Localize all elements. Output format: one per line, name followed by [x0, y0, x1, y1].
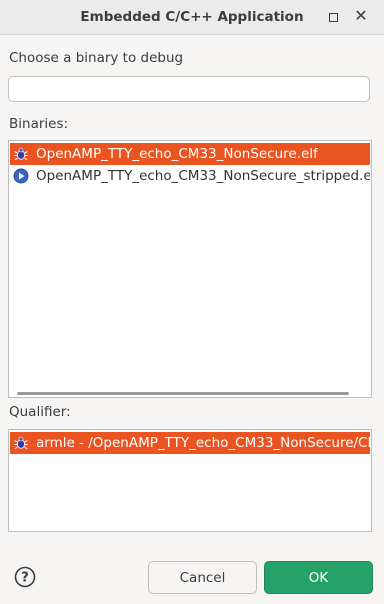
- filter-label: Choose a binary to debug: [9, 50, 184, 66]
- maximize-icon: [329, 13, 338, 22]
- cancel-button[interactable]: Cancel: [148, 561, 257, 594]
- qualifier-label: Qualifier:: [9, 404, 71, 420]
- svg-text:?: ?: [21, 571, 29, 586]
- play-icon: [13, 168, 29, 184]
- close-button[interactable]: ✕: [352, 6, 370, 26]
- close-icon: ✕: [354, 6, 368, 25]
- binary-item[interactable]: OpenAMP_TTY_echo_CM33_NonSecure_stripped…: [10, 165, 370, 187]
- qualifier-item-label: armle - /OpenAMP_TTY_echo_CM33_NonSecure…: [36, 435, 370, 451]
- help-icon: ?: [14, 566, 36, 588]
- ok-button[interactable]: OK: [264, 561, 373, 594]
- binary-item-label: OpenAMP_TTY_echo_CM33_NonSecure_stripped…: [36, 168, 370, 184]
- binary-item-label: OpenAMP_TTY_echo_CM33_NonSecure.elf: [36, 146, 318, 162]
- horizontal-scrollbar[interactable]: [17, 392, 349, 395]
- title-bar: Embedded C/C++ Application ✕: [0, 0, 384, 35]
- binaries-list[interactable]: OpenAMP_TTY_echo_CM33_NonSecure.elf Open…: [8, 140, 372, 398]
- binary-item[interactable]: OpenAMP_TTY_echo_CM33_NonSecure.elf: [10, 143, 370, 165]
- qualifier-item[interactable]: armle - /OpenAMP_TTY_echo_CM33_NonSecure…: [10, 432, 370, 454]
- qualifier-list[interactable]: armle - /OpenAMP_TTY_echo_CM33_NonSecure…: [8, 429, 372, 532]
- binaries-label: Binaries:: [9, 116, 69, 132]
- filter-input[interactable]: [8, 76, 370, 102]
- bug-icon: [14, 436, 28, 450]
- maximize-button[interactable]: [324, 8, 342, 26]
- bug-icon: [14, 147, 28, 161]
- help-button[interactable]: ?: [14, 566, 36, 588]
